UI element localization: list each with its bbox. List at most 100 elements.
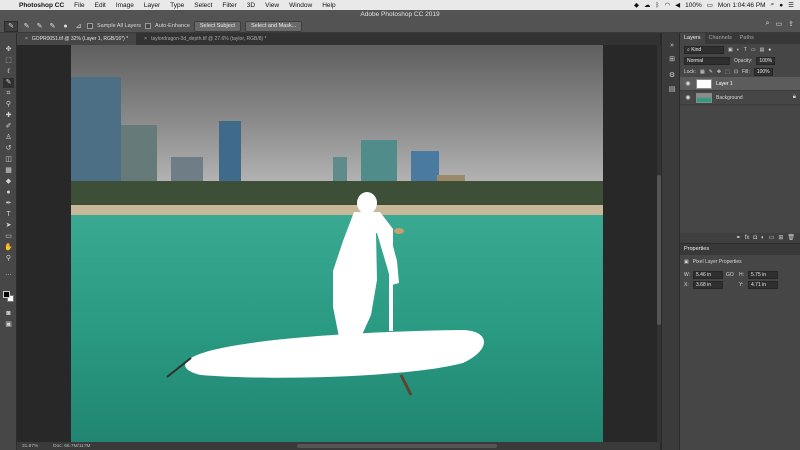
close-tab-icon[interactable]: × xyxy=(144,33,147,45)
clock[interactable]: Mon 1:04:46 PM xyxy=(718,2,766,9)
doc-tab-active[interactable]: × GOPR0051.tif @ 32% (Layer 1, RGB/16*) … xyxy=(17,33,137,45)
trash-icon[interactable]: 🗑︎ xyxy=(787,233,795,243)
quick-select-icon[interactable]: ✎ xyxy=(3,78,14,88)
close-tab-icon[interactable]: × xyxy=(25,33,28,45)
lock-artboard-icon[interactable]: ⬚ xyxy=(725,69,730,75)
search-icon[interactable]: ⌕ xyxy=(771,1,775,9)
y-input[interactable]: 4.71 in xyxy=(748,281,778,289)
tool-preset-picker[interactable]: ✎ xyxy=(4,20,18,32)
filter-smart-icon[interactable]: ▤ xyxy=(760,47,765,53)
blend-mode-select[interactable]: Normal xyxy=(684,56,730,65)
battery-icon[interactable]: ▭ xyxy=(707,1,713,9)
quick-mask-icon[interactable]: ◙ xyxy=(3,309,14,319)
cloud-icon[interactable]: ☁ xyxy=(644,1,651,9)
menu-filter[interactable]: Filter xyxy=(217,2,241,9)
canvas-image[interactable] xyxy=(71,45,603,442)
add-selection-icon[interactable]: ✎ xyxy=(35,22,44,31)
document-canvas[interactable] xyxy=(71,45,603,442)
link-layers-icon[interactable]: ⚭ xyxy=(736,233,741,243)
siri-icon[interactable]: ● xyxy=(779,2,783,9)
menu-type[interactable]: Type xyxy=(165,2,189,9)
menu-help[interactable]: Help xyxy=(317,2,340,9)
brush-icon[interactable]: ✐ xyxy=(3,122,14,132)
doc-tab[interactable]: × taylordragon-3d_depth.tif @ 27.6% (tay… xyxy=(136,33,274,45)
fx-icon[interactable]: fx xyxy=(745,233,750,243)
battery-percent[interactable]: 100% xyxy=(685,2,702,9)
layer-name[interactable]: Background xyxy=(716,95,743,101)
visibility-eye-icon[interactable]: ◉ xyxy=(684,80,692,87)
w-input[interactable]: 5.46 in xyxy=(693,271,723,279)
dropbox-icon[interactable]: ◆ xyxy=(634,1,639,9)
lock-icon[interactable]: 🔒︎ xyxy=(793,94,796,101)
brush-size-icon[interactable]: ● xyxy=(61,22,70,31)
h-input[interactable]: 5.75 in xyxy=(748,271,778,279)
angle-icon[interactable]: ⊿ xyxy=(74,22,83,31)
libraries-panel-icon[interactable]: ▤ xyxy=(667,85,677,95)
search-icon[interactable]: ⌕ xyxy=(766,20,770,28)
menu-view[interactable]: View xyxy=(260,2,284,9)
lock-transparent-icon[interactable]: ▦ xyxy=(700,69,705,75)
blur-icon[interactable]: ◆ xyxy=(3,177,14,187)
collapse-icon[interactable]: » xyxy=(667,41,677,51)
opacity-input[interactable]: 100% xyxy=(756,56,776,65)
select-subject-button[interactable]: Select Subject xyxy=(193,20,242,32)
volume-icon[interactable]: ◀ xyxy=(675,1,680,9)
menu-3d[interactable]: 3D xyxy=(242,2,260,9)
layer-row-background[interactable]: ◉ Background 🔒︎ xyxy=(680,91,800,105)
screen-mode-icon[interactable]: ▣ xyxy=(3,320,14,330)
share-icon[interactable]: ⇪ xyxy=(788,20,794,28)
filter-shape-icon[interactable]: ▭ xyxy=(751,47,756,53)
path-select-icon[interactable]: ➤ xyxy=(3,221,14,231)
healing-icon[interactable]: ✚ xyxy=(3,111,14,121)
hand-icon[interactable]: ✋ xyxy=(3,243,14,253)
pen-icon[interactable]: ✒ xyxy=(3,199,14,209)
eraser-icon[interactable]: ◫ xyxy=(3,155,14,165)
zoom-level[interactable]: 31.87% xyxy=(17,444,53,449)
history-panel-icon[interactable]: ⊞ xyxy=(667,55,677,65)
lock-pixels-icon[interactable]: ✎ xyxy=(709,69,713,75)
history-brush-icon[interactable]: ↺ xyxy=(3,144,14,154)
more-tools-icon[interactable]: … xyxy=(3,269,14,279)
filter-kind-select[interactable]: ⌕ Kind xyxy=(684,45,724,54)
wifi-icon[interactable]: ◠ xyxy=(664,1,670,9)
subtract-selection-icon[interactable]: ✎ xyxy=(48,22,57,31)
foreground-color[interactable] xyxy=(3,291,10,298)
filter-adjust-icon[interactable]: ◐ xyxy=(737,47,740,53)
notification-center-icon[interactable]: ☰ xyxy=(788,1,794,9)
link-wh-button[interactable]: GO xyxy=(726,272,736,278)
stamp-icon[interactable]: ♙ xyxy=(3,133,14,143)
doc-size[interactable]: Doc: 66.7M/117M xyxy=(53,444,91,449)
tab-channels[interactable]: Channels xyxy=(705,33,736,44)
gradient-icon[interactable]: ▦ xyxy=(3,166,14,176)
crop-icon[interactable]: ⌗ xyxy=(3,89,14,99)
menu-image[interactable]: Image xyxy=(111,2,139,9)
new-group-icon[interactable]: ▭ xyxy=(769,233,775,243)
bluetooth-icon[interactable]: ᛒ xyxy=(656,2,660,9)
workspace-icon[interactable]: ▭ xyxy=(776,20,783,28)
fill-input[interactable]: 100% xyxy=(753,67,773,76)
adjustments-panel-icon[interactable]: ⚙ xyxy=(667,71,677,81)
marquee-icon[interactable]: ⬚ xyxy=(3,56,14,66)
menu-select[interactable]: Select xyxy=(189,2,217,9)
horizontal-scrollbar[interactable] xyxy=(297,444,497,448)
filter-type-icon[interactable]: T xyxy=(744,47,747,53)
menu-layer[interactable]: Layer xyxy=(139,2,165,9)
layer-row-layer-1[interactable]: ◉ Layer 1 xyxy=(680,77,800,91)
zoom-icon[interactable]: ⚲ xyxy=(3,254,14,264)
menu-window[interactable]: Window xyxy=(284,2,317,9)
tab-layers[interactable]: Layers xyxy=(680,33,705,44)
menu-file[interactable]: File xyxy=(69,2,89,9)
menu-app-name[interactable]: Photoshop CC xyxy=(14,2,69,9)
adjustment-layer-icon[interactable]: ◐ xyxy=(761,233,765,243)
lock-position-icon[interactable]: ✥ xyxy=(717,69,721,75)
shape-icon[interactable]: ▭ xyxy=(3,232,14,242)
tab-paths[interactable]: Paths xyxy=(736,33,758,44)
lock-all-icon[interactable]: ⊡ xyxy=(734,69,738,75)
x-input[interactable]: 3.68 in xyxy=(693,281,723,289)
add-mask-icon[interactable]: ◘ xyxy=(753,233,757,243)
new-selection-icon[interactable]: ✎ xyxy=(22,22,31,31)
sample-all-layers-checkbox[interactable] xyxy=(87,23,93,29)
auto-enhance-checkbox[interactable] xyxy=(145,23,152,29)
new-layer-icon[interactable]: ⊞ xyxy=(778,233,783,243)
color-swatches[interactable] xyxy=(3,291,15,303)
